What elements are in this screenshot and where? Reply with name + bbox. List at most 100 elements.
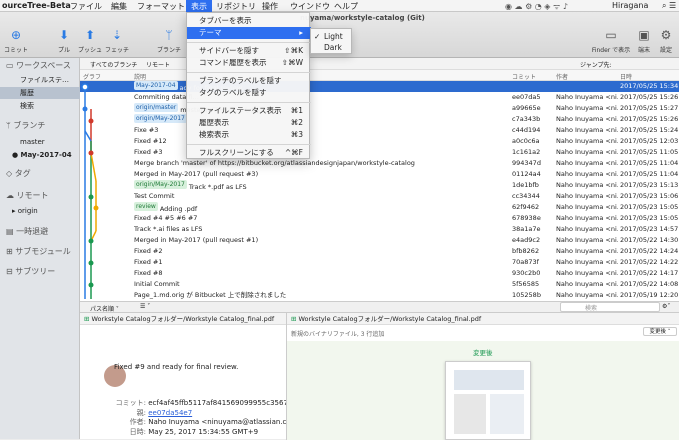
theme-dark[interactable]: Dark — [311, 42, 353, 53]
graph-node[interactable] — [88, 260, 94, 266]
commit-row[interactable]: Page_1.md.orig が Bitbucket 上で削除されました 1052… — [80, 290, 679, 301]
commit-date: 2017/05/22 14:22 — [620, 258, 678, 266]
commit-row[interactable]: Fixed #1 70a873f Naho Inuyama <ni… 2017/05/… — [80, 257, 679, 268]
col-commit[interactable]: コミット — [512, 72, 536, 81]
commit-desc-text: Fixed #3 — [134, 148, 163, 156]
app-menu[interactable]: ourceTree-Beta — [2, 1, 71, 10]
preview-block — [454, 394, 486, 434]
graph-node-head[interactable] — [81, 83, 89, 91]
sidebar-item-history[interactable]: 履歴 — [0, 87, 80, 99]
view-menu-item[interactable]: ファイルステータス表示 ⌘1 — [187, 105, 311, 117]
gear-icon[interactable]: ⚙˅ — [662, 303, 670, 310]
commit-row[interactable]: May-2017-04ady for final review.2017/05/… — [80, 81, 679, 92]
sidebar-submodules[interactable]: ⊞ サブモジュール — [0, 246, 80, 258]
finder-icon: ▭ — [605, 28, 617, 42]
col-description[interactable]: 説明 — [134, 72, 146, 81]
branch-button[interactable]: ᛘ ブランチ — [156, 28, 182, 54]
view-menu-item[interactable]: フルスクリーンにする ^⌘F — [187, 147, 311, 159]
search-input[interactable]: 検索 — [560, 302, 660, 312]
graph-node[interactable] — [88, 150, 94, 156]
view-menu-item[interactable]: 検索表示 ⌘3 — [187, 129, 311, 141]
commit-row[interactable]: origin/May-2017 c7a343b Naho Inuyama <ni… 2… — [80, 114, 679, 125]
commit-row[interactable]: Commiting data fi… ee07da5 Naho Inuyama <n… — [80, 92, 679, 103]
sidebar-branches[interactable]: ᛘ ブランチ — [0, 120, 80, 132]
file-list-item[interactable]: ⊞ Workstyle Catalogフォルダー/Workstyle Catal… — [80, 313, 286, 325]
menu-edit[interactable]: 編集 — [111, 1, 127, 12]
commit-row[interactable]: Test Commit cc34344 Naho Inuyama <ni… 2017/… — [80, 191, 679, 202]
sidebar-stash[interactable]: ▤ 一時退避 — [0, 226, 80, 238]
fetch-button[interactable]: ⇣ フェッチ — [104, 28, 130, 54]
menu-window[interactable]: ウインドウ — [290, 1, 330, 12]
col-author[interactable]: 作者 — [556, 72, 568, 81]
graph-node[interactable] — [88, 282, 94, 288]
commit-row[interactable]: Fixed #2 bfb8262 Naho Inuyama <ni… 2017/05/… — [80, 246, 679, 257]
view-menu-item[interactable]: テーマ ▸ — [187, 27, 311, 39]
ref-badge[interactable]: origin/May-2017 — [134, 114, 187, 123]
ref-badge[interactable]: review — [134, 202, 158, 211]
menu-file[interactable]: ファイル — [70, 1, 102, 12]
settings-button[interactable]: ⚙ 設定 — [656, 28, 676, 54]
sidebar-item-master[interactable]: master — [0, 136, 80, 148]
push-button[interactable]: ⬆ プッシュ — [78, 28, 102, 54]
commit-row[interactable]: Merge branch 'master' of https://bitbuck… — [80, 158, 679, 169]
terminal-button[interactable]: ▣ 端末 — [634, 28, 654, 54]
list-view-icon[interactable]: ☰ ˅ — [140, 303, 150, 310]
view-menu-item[interactable]: サイドバーを隠す ⇧⌘K — [187, 45, 311, 57]
view-menu-item[interactable]: コマンド履歴を表示 ⇧⌘W — [187, 57, 311, 69]
sidebar-item-search[interactable]: 検索 — [0, 100, 80, 112]
commit-row[interactable]: Merged in May-2017 (pull request #1) e4ad… — [80, 235, 679, 246]
sidebar-workspace[interactable]: ▭ ワークスペース — [0, 60, 80, 72]
theme-light[interactable]: ✓ Light — [311, 31, 353, 42]
commit-author: Naho Inuyama <ni… — [556, 137, 618, 145]
parent-link[interactable]: ee07da54e7 — [148, 409, 192, 417]
menu-actions[interactable]: 操作 — [262, 1, 278, 12]
graph-node[interactable] — [82, 106, 88, 112]
commit-row[interactable]: Fixed #4 #5 #6 #7 678938e Naho Inuyama <ni… — [80, 213, 679, 224]
commit-author: Naho Inuyama <ni… — [556, 225, 618, 233]
view-menu-item[interactable]: タグのラベルを隠す — [187, 87, 311, 99]
diff-mode-select[interactable]: 変更後 ˅ — [643, 327, 677, 336]
col-date[interactable]: 日時 — [620, 72, 632, 81]
commit-row[interactable]: review Adding .pdf 62f9462 Naho Inuyama <ni… — [80, 202, 679, 213]
sidebar-item-may[interactable]: ● May-2017-04 — [0, 149, 80, 161]
all-branches-select[interactable]: すべてのブランチ — [90, 60, 137, 69]
sidebar-tags[interactable]: ◇ タグ — [0, 168, 80, 180]
commit-row[interactable]: Initial Commit 5f56585 Naho Inuyama <ni… 20… — [80, 279, 679, 290]
graph-node[interactable] — [93, 205, 99, 211]
graph-node[interactable] — [88, 194, 94, 200]
commit-row[interactable]: Fixe #3 c44d194 Naho Inuyama <ni… 2017/05/2… — [80, 125, 679, 136]
commit-row[interactable]: Fixed #3 1c161a2 Naho Inuyama <ni… 2017/05/… — [80, 147, 679, 158]
menu-format[interactable]: フォーマット — [137, 1, 185, 12]
pull-button[interactable]: ⬇ プル — [54, 28, 74, 54]
graph-node[interactable] — [88, 238, 94, 244]
col-graph[interactable]: グラフ — [83, 72, 101, 81]
jump-to-label[interactable]: ジャンプ先: — [580, 60, 612, 69]
ref-badge[interactable]: May-2017-04 — [134, 81, 178, 90]
commit-button[interactable]: ⊕ コミット — [4, 28, 28, 54]
menu-help[interactable]: ヘルプ — [334, 1, 358, 12]
view-menu-item[interactable]: タブバーを表示 — [187, 15, 311, 27]
menu-view[interactable]: 表示 — [186, 0, 212, 12]
commit-hash: e4ad9c2 — [512, 236, 541, 244]
view-menu-item[interactable]: 履歴表示 ⌘2 — [187, 117, 311, 129]
commit-row[interactable]: Fixed #12 a0c0c6a Naho Inuyama <ni… 2017/05… — [80, 136, 679, 147]
sidebar-subtree[interactable]: ⊟ サブツリー — [0, 266, 80, 278]
fetch-icon: ⇣ — [111, 28, 123, 42]
search-icon[interactable]: ⌕ ☰ — [662, 1, 676, 11]
remote-select[interactable]: リモート — [146, 60, 170, 69]
commit-row[interactable]: origin/May-2017 Track *.pdf as LFS 1de1bfb… — [80, 180, 679, 191]
sidebar-item-origin[interactable]: ▸ origin — [0, 205, 80, 217]
ref-badge[interactable]: origin/master — [134, 103, 179, 112]
commit-row[interactable]: origin/mastermaster にマージしました。a99665eNaho… — [80, 103, 679, 114]
commit-row[interactable]: Track *.ai files as LFS 38a1a7e Naho Inuya… — [80, 224, 679, 235]
view-menu-item[interactable]: ブランチのラベルを隠す — [187, 75, 311, 87]
commit-row[interactable]: Merged in May-2017 (pull request #3) 0112… — [80, 169, 679, 180]
input-source[interactable]: Hiragana — [612, 1, 648, 10]
sidebar-remotes[interactable]: ☁ リモート — [0, 190, 80, 202]
menu-repository[interactable]: リポジトリ — [216, 1, 256, 12]
sidebar-item-file-status[interactable]: ファイルステ… — [0, 74, 80, 86]
commit-row[interactable]: Fixed #8 930c2b0 Naho Inuyama <ni… 2017/05/… — [80, 268, 679, 279]
finder-button[interactable]: ▭ Finder で表示 — [590, 28, 632, 54]
graph-node[interactable] — [88, 118, 94, 124]
ref-badge[interactable]: origin/May-2017 — [134, 180, 187, 189]
